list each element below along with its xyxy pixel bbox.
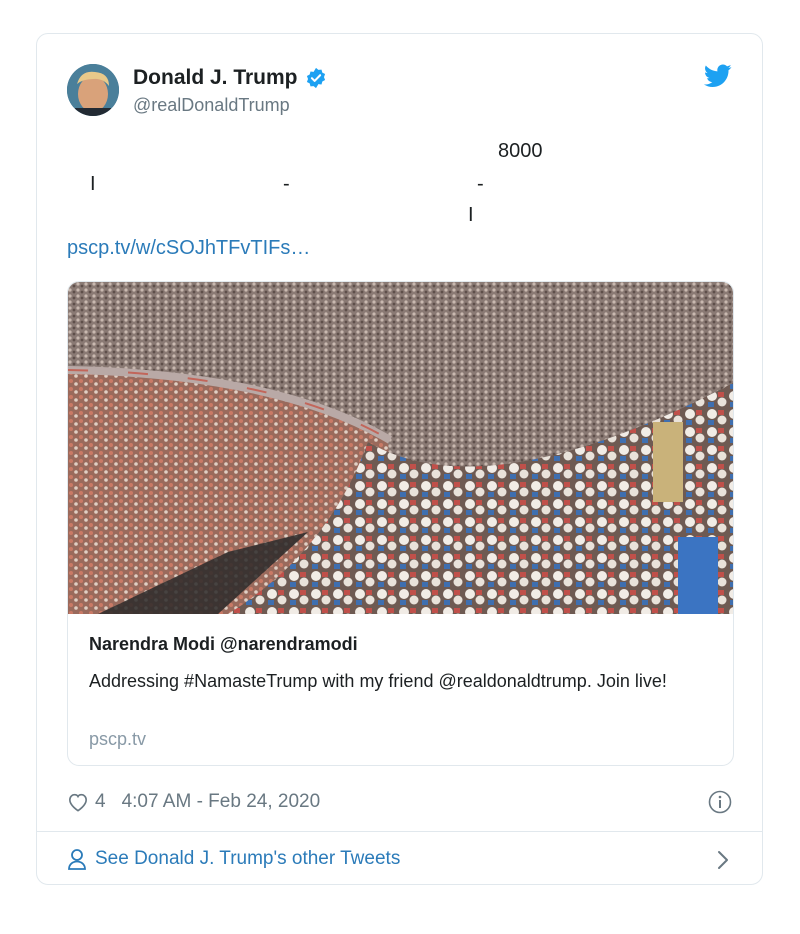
tweet-text-fragment: I	[90, 173, 96, 195]
card-title: Narendra Modi @narendramodi	[89, 634, 358, 654]
info-icon[interactable]	[708, 790, 732, 814]
tweet-text-fragment: -	[283, 173, 290, 195]
tweet-text-fragment: I	[468, 204, 474, 226]
user-icon	[68, 849, 86, 870]
link-card[interactable]: Narendra Modi @narendramodi Addressing #…	[67, 281, 734, 766]
like-count[interactable]: 4	[95, 791, 106, 813]
card-domain: pscp.tv	[89, 729, 147, 749]
author-handle[interactable]: @realDonaldTrump	[133, 95, 290, 116]
card-description: Addressing #NamasteTrump with my friend …	[89, 671, 667, 691]
avatar-image	[67, 64, 119, 116]
tweet-meta: 4 4:07 AM - Feb 24, 2020	[67, 791, 320, 813]
author-name-text: Donald J. Trump	[133, 66, 298, 89]
twitter-bird-icon[interactable]	[704, 64, 732, 88]
stadium-crowd-image	[68, 282, 733, 614]
other-tweets-label: See Donald J. Trump's other Tweets	[95, 848, 401, 869]
author-name[interactable]: Donald J. Trump	[133, 66, 327, 90]
chevron-right-icon[interactable]	[716, 849, 730, 871]
timestamp[interactable]: 4:07 AM - Feb 24, 2020	[122, 791, 321, 813]
divider	[37, 831, 762, 832]
verified-badge-icon	[306, 67, 325, 89]
tweet-link[interactable]: pscp.tv/w/cSOJhTFvTIFs…	[67, 237, 310, 260]
author-avatar[interactable]	[67, 64, 119, 116]
tweet-text-fragment: -	[477, 173, 484, 195]
tweet-text-fragment: 8000	[498, 140, 543, 162]
heart-icon[interactable]	[67, 792, 89, 812]
other-tweets-link[interactable]: See Donald J. Trump's other Tweets	[67, 848, 400, 870]
tweet-embed: Donald J. Trump @realDonaldTrump 8000 I …	[36, 33, 763, 885]
